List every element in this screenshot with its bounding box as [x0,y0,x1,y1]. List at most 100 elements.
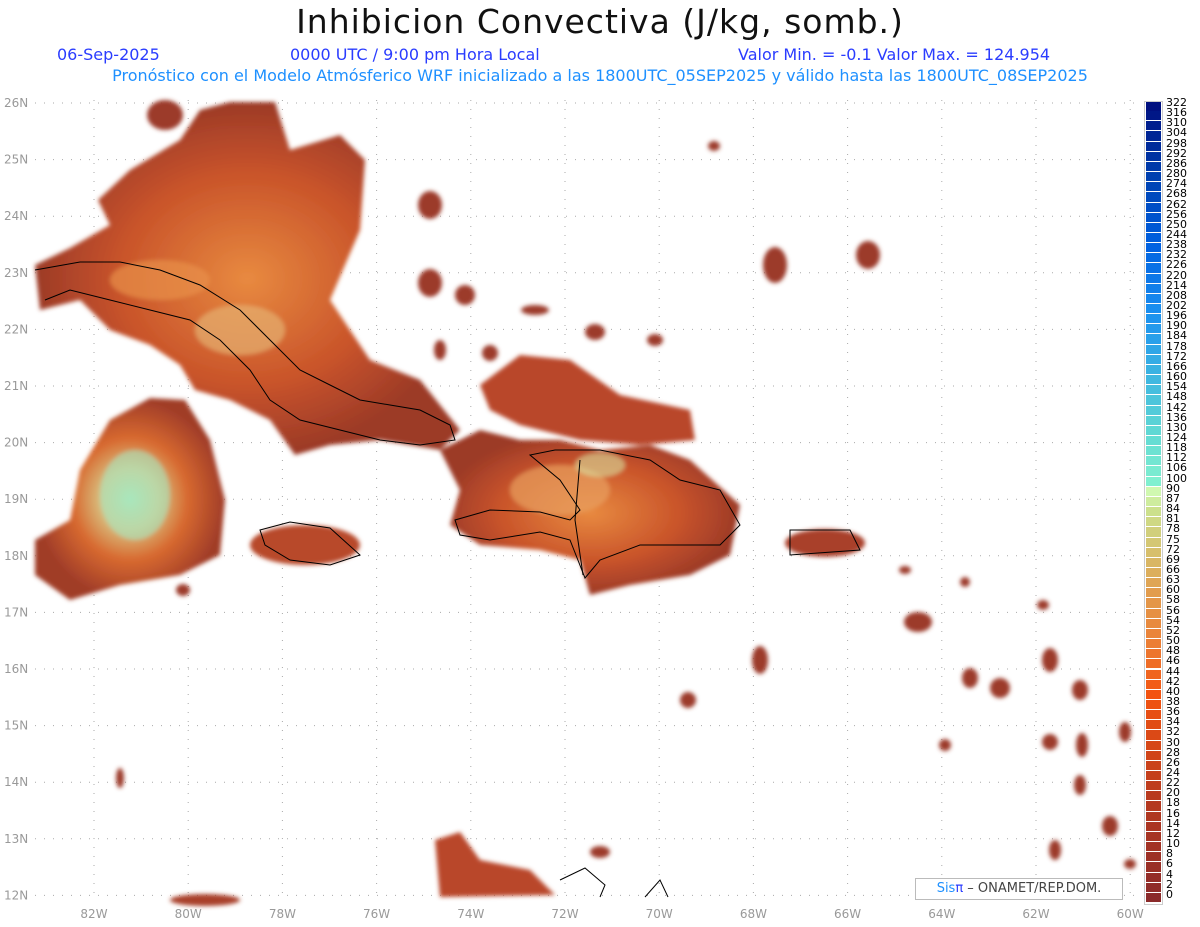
credit-brand-sis: Sis [936,881,956,896]
colorbar-label: 106 [1166,461,1187,475]
colorbar-swatch [1146,760,1161,770]
colorbar-swatch [1146,354,1161,364]
colorbar-label: 16 [1166,806,1180,820]
colorbar-label: 304 [1166,126,1187,140]
colorbar-swatch [1146,192,1161,202]
colorbar-swatch [1146,202,1161,212]
colorbar-swatch [1146,507,1161,517]
cin-map: 82W 80W 78W 76W 74W 72W 70W 68W 66W 64W 62W 60W 26N 2… [4,96,1144,921]
colorbar-swatch [1146,131,1161,141]
colorbar-label: 322 [1166,96,1187,109]
lon-tick-label: 70W [646,907,673,921]
colorbar-swatch [1146,273,1161,283]
colorbar-swatch [1146,456,1161,466]
colorbar-swatch [1146,293,1161,304]
colorbar-swatch [1146,771,1161,781]
cin-region-south-coast [435,832,555,897]
colorbar-swatch [1146,161,1161,172]
cin-region-jamaica [250,525,360,565]
colorbar-swatch [1146,801,1161,811]
colorbar-swatch [1146,821,1161,831]
colorbar-swatch [1146,232,1161,243]
cin-field [35,100,1136,906]
lon-tick-label: 76W [363,907,390,921]
lat-tick-label: 12N [4,888,28,902]
colorbar-swatch [1146,385,1161,395]
colorbar-label: 178 [1166,339,1187,353]
lon-tick-label: 74W [457,907,484,921]
colorbar-swatch [1146,862,1161,872]
colorbar-swatch [1146,415,1161,425]
lon-tick-label: 62W [1022,907,1049,921]
colorbar-swatch [1146,446,1161,456]
colorbar-swatch [1146,852,1161,862]
colorbar-swatch [1146,151,1161,161]
lat-tick-label: 21N [4,379,28,393]
lon-tick-label: 66W [834,907,861,921]
lat-tick-label: 13N [4,832,28,846]
colorbar-swatch [1146,872,1161,882]
colorbar-swatch [1146,324,1161,334]
colorbar-label: 226 [1166,258,1187,272]
colorbar-swatch [1146,699,1161,710]
credit-brand-pi: π [955,881,964,896]
colorbar-swatch [1146,730,1161,740]
colorbar-swatch [1146,588,1161,598]
lat-tick-label: 20N [4,436,28,450]
lat-tick-label: 14N [4,775,28,789]
colorbar-swatch [1146,791,1161,801]
colorbar-swatch [1146,334,1161,344]
forecast-time: 0000 UTC / 9:00 pm Hora Local [290,45,540,64]
colorbar-swatch [1146,172,1161,182]
colorbar-swatch [1146,364,1161,375]
colorbar-label: 56 [1166,603,1180,617]
colorbar-label: 32 [1166,725,1180,739]
colorbar-swatch [1146,882,1161,892]
colorbar-label: 142 [1166,400,1187,414]
colorbar-swatch [1146,253,1161,263]
colorbar-swatch [1146,121,1161,131]
colorbar-swatch [1146,102,1161,112]
model-subtitle: Pronóstico con el Modelo Atmósferico WRF… [112,66,1088,85]
lon-tick-label: 64W [928,907,955,921]
lat-tick-label: 23N [4,266,28,280]
colorbar-swatch [1146,283,1161,293]
colorbar-swatch [1146,831,1161,842]
colorbar-swatch [1146,598,1161,608]
colorbar-label: 298 [1166,136,1187,150]
lon-tick-label: 60W [1117,907,1144,921]
colorbar-swatch [1146,557,1161,567]
colorbar-swatch [1146,618,1161,628]
colorbar-swatch [1146,781,1161,791]
lon-tick-label: 80W [175,907,202,921]
lat-tick-label: 15N [4,719,28,733]
coastlines [34,261,861,898]
colorbar-label: 4 [1166,867,1173,881]
colorbar-swatch [1146,405,1161,415]
colorbar-swatch [1146,425,1161,435]
colorbar-swatch [1146,436,1161,446]
lon-tick-label: 72W [551,907,578,921]
colorbar-swatch [1146,659,1161,669]
map-title: Inhibicion Convectiva (J/kg, somb.) [296,2,904,41]
colorbar-label: 184 [1166,329,1187,343]
colorbar-label: 78 [1166,522,1180,536]
cin-region-cuba-bahamas [35,102,460,455]
colorbar-swatch [1146,689,1161,699]
credit-text: – ONAMET/REP.DOM. [963,881,1102,896]
lat-tick-label: 16N [4,662,28,676]
colorbar-swatch [1146,628,1161,639]
colorbar-swatch [1146,243,1161,253]
colorbar-swatch [1146,842,1161,852]
colorbar-swatch [1146,578,1161,588]
colorbar-swatch [1146,517,1161,527]
lat-tick-label: 17N [4,605,28,619]
lat-tick-label: 25N [4,153,28,167]
colorbar-swatch [1146,466,1161,476]
colorbar-swatch [1146,740,1161,750]
colorbar-swatch [1146,344,1161,354]
lat-tick-label: 26N [4,96,28,110]
colorbar-label: 148 [1166,390,1187,404]
colorbar-label: 100 [1166,471,1187,485]
colorbar-swatch [1146,567,1161,578]
